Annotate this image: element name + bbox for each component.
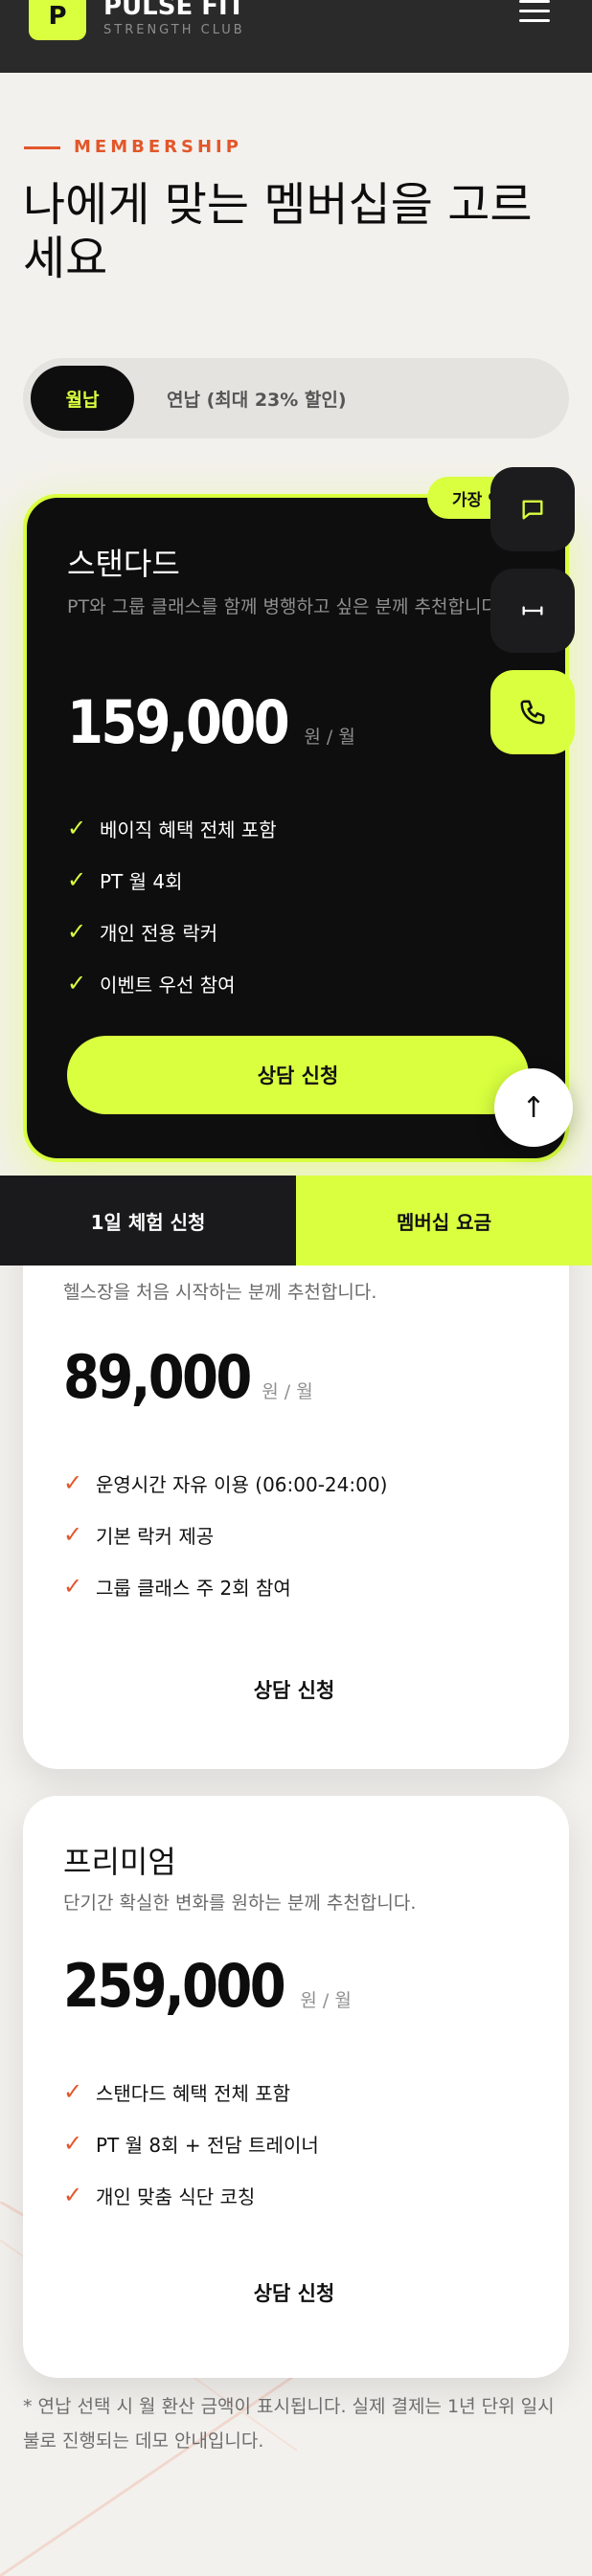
membership-pricing-button[interactable]: 멤버십 요금 [296,1176,592,1266]
list-item: ✓ 개인 맞춤 식단 코칭 [63,2169,319,2221]
price-value: 159,000 [67,687,290,757]
list-item: ✓ PT 월 8회 + 전담 트레이너 [63,2117,319,2169]
list-item: ✓ 그룹 클래스 주 2회 참여 [63,1560,387,1612]
feature-text: 스탠다드 혜택 전체 포함 [96,2081,291,2105]
check-icon: ✓ [63,1573,83,1600]
feature-text: 이벤트 우선 참여 [100,973,236,997]
check-icon: ✓ [63,2130,83,2157]
arrow-up-icon: ↑ [521,1090,546,1125]
check-icon: ✓ [67,866,87,893]
feature-text: 개인 맞춤 식단 코칭 [96,2184,256,2208]
plan-name: 스탠다드 [67,546,180,582]
price-unit: 원 / 월 [300,1990,352,2011]
check-icon: ✓ [63,2078,83,2105]
feature-text: 베이직 혜택 전체 포함 [100,818,277,841]
price-value: 89,000 [63,1342,252,1412]
plan-card-premium: 프리미엄 단기간 확실한 변화를 원하는 분께 추천합니다. 259,000 원… [23,1796,569,2378]
plan-card-basic: 헬스장을 처음 시작하는 분께 추천합니다. 89,000 원 / 월 ✓ 운영시… [23,1197,569,1769]
section-eyebrow: MEMBERSHIP [74,137,242,157]
feature-text: PT 월 4회 [100,869,183,893]
brand-name: PULSE FIT [103,0,245,21]
plan-price: 159,000 원 / 월 [67,687,355,757]
billing-toggle: 월납 연납 (최대 23% 할인) [23,358,569,438]
list-item: ✓ 베이직 혜택 전체 포함 [67,802,277,854]
logo[interactable]: P [29,0,86,40]
feature-text: 개인 전용 락커 [100,921,218,945]
scroll-top-button[interactable]: ↑ [494,1068,573,1147]
list-item: ✓ 개인 전용 락커 [67,906,277,957]
price-unit: 원 / 월 [304,727,355,748]
brand-tagline: STRENGTH CLUB [103,23,245,37]
feature-list: ✓ 스탠다드 혜택 전체 포함 ✓ PT 월 8회 + 전담 트레이너 ✓ 개인 맞춤… [63,2066,319,2221]
list-item: ✓ 이벤트 우선 참여 [67,957,277,1009]
feature-list: ✓ 운영시간 자유 이용 (06:00-24:00) ✓ 기본 락커 제공 ✓ 그룹 … [63,1457,387,1612]
check-icon: ✓ [67,918,87,945]
list-item: ✓ PT 월 4회 [67,854,277,906]
hamburger-menu-icon[interactable] [519,0,550,25]
resize-horizontal-icon [522,606,543,616]
plan-description: 헬스장을 처음 시작하는 분께 추천합니다. [63,1282,377,1303]
toggle-yearly[interactable]: 연납 (최대 23% 할인) [167,366,347,431]
price-unit: 원 / 월 [262,1381,313,1402]
price-value: 259,000 [63,1951,286,2021]
expand-button[interactable] [490,569,575,653]
feature-text: 운영시간 자유 이용 (06:00-24:00) [96,1472,388,1496]
phone-icon [520,700,545,725]
feature-list: ✓ 베이직 혜택 전체 포함 ✓ PT 월 4회 ✓ 개인 전용 락커 ✓ 이벤트 우선… [67,802,277,1009]
list-item: ✓ 기본 락커 제공 [63,1509,387,1560]
consult-button[interactable]: 상담 신청 [63,2253,525,2332]
page-title: 나에게 맞는 멤버십을 고르세요 [23,178,533,285]
plan-name: 프리미엄 [63,1844,176,1880]
check-icon: ✓ [63,1469,83,1496]
check-icon: ✓ [63,2182,83,2208]
call-button[interactable] [490,670,575,754]
feature-text: PT 월 8회 + 전담 트레이너 [96,2133,319,2157]
feature-text: 그룹 클래스 주 2회 참여 [96,1576,291,1600]
check-icon: ✓ [67,970,87,997]
plan-description: PT와 그룹 클래스를 함께 병행하고 싶은 분께 추천합니다. [67,596,504,617]
plan-card-standard: 가장 인기 스탠다드 PT와 그룹 클래스를 함께 병행하고 싶은 분께 추천합… [23,477,569,1162]
plan-price: 259,000 원 / 월 [63,1951,352,2021]
pricing-footnote: * 연납 선택 시 월 환산 금액이 표시됩니다. 실제 결제는 1년 단위 일… [23,2396,555,2452]
feature-text: 기본 락커 제공 [96,1524,215,1548]
consult-button[interactable]: 상담 신청 [67,1036,529,1114]
plan-price: 89,000 원 / 월 [63,1342,313,1412]
bottom-cta-bar: 1일 체험 신청 멤버십 요금 [0,1176,592,1266]
eyebrow-divider [24,146,60,149]
chat-button[interactable] [490,467,575,551]
chat-icon [522,500,543,520]
list-item: ✓ 스탠다드 혜택 전체 포함 [63,2066,319,2117]
toggle-monthly[interactable]: 월납 [31,366,134,431]
check-icon: ✓ [63,1521,83,1548]
check-icon: ✓ [67,815,87,841]
site-header: P PULSE FIT STRENGTH CLUB [0,0,592,73]
trial-signup-button[interactable]: 1일 체험 신청 [0,1176,296,1266]
list-item: ✓ 운영시간 자유 이용 (06:00-24:00) [63,1457,387,1509]
consult-button[interactable]: 상담 신청 [63,1650,525,1729]
plan-description: 단기간 확실한 변화를 원하는 분께 추천합니다. [63,1893,417,1914]
